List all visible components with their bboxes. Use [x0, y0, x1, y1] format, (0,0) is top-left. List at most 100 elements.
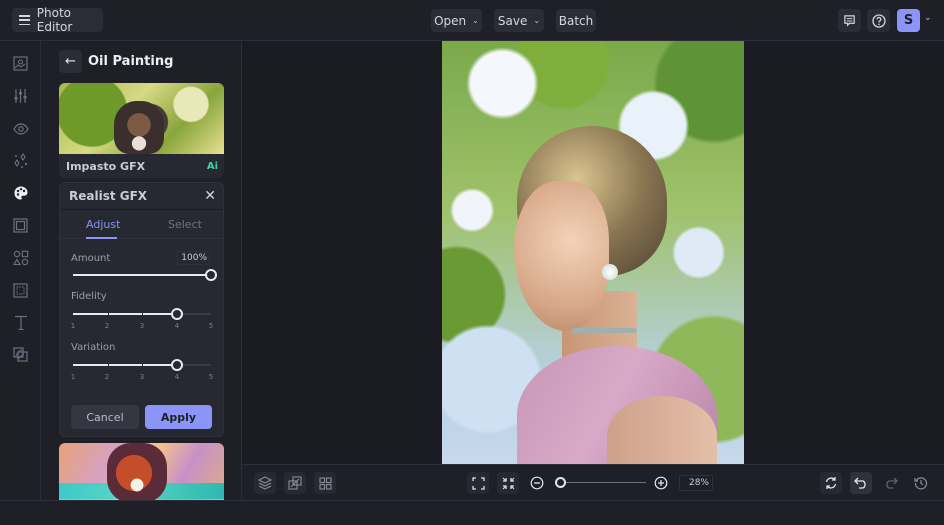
- zoom-in-icon: [654, 476, 668, 490]
- top-bar: Photo Editor Open ⌄ Save ⌄ Batch S ⌄: [0, 0, 944, 41]
- chevron-down-icon: ⌄: [472, 16, 479, 25]
- sliders-icon: [14, 88, 27, 103]
- tab-adjust[interactable]: Adjust: [86, 218, 120, 231]
- history-button[interactable]: [910, 472, 932, 494]
- canvas-area: [242, 41, 944, 464]
- actual-size-button[interactable]: [497, 472, 519, 494]
- avatar[interactable]: S: [897, 9, 920, 32]
- photo-choker: [572, 328, 637, 333]
- app-title: Photo Editor: [36, 6, 73, 34]
- fidelity-slider[interactable]: [73, 308, 211, 320]
- redo-button[interactable]: [880, 472, 902, 494]
- rail-item-text[interactable]: [11, 313, 30, 332]
- zoom-out-icon: [530, 476, 544, 490]
- tick-label: 2: [104, 373, 110, 381]
- text-icon: [14, 315, 27, 330]
- rail-item-effects[interactable]: [11, 151, 30, 170]
- amount-slider-handle[interactable]: [205, 269, 217, 281]
- rail-item-adjust[interactable]: [11, 86, 30, 105]
- tick-label: 1: [70, 373, 76, 381]
- effect-card-next[interactable]: [59, 443, 224, 500]
- rail-item-artsy[interactable]: [11, 183, 30, 202]
- variation-slider[interactable]: [73, 359, 211, 371]
- photo-earring: [602, 264, 618, 280]
- tick-label: 3: [139, 322, 145, 330]
- amount-value[interactable]: 100%: [177, 251, 210, 265]
- undo-icon: [854, 477, 866, 489]
- amount-slider[interactable]: [73, 269, 217, 281]
- zoom-in-button[interactable]: [654, 476, 668, 490]
- tab-select[interactable]: Select: [168, 218, 202, 231]
- rail-item-frames[interactable]: [11, 216, 30, 235]
- variation-ticks: 1 2 3 4 5: [71, 373, 213, 383]
- active-tab-indicator: [86, 237, 117, 239]
- variation-label: Variation: [71, 342, 116, 353]
- compare-icon: [288, 476, 302, 490]
- fidelity-label: Fidelity: [71, 291, 107, 302]
- variation-slider-fill: [73, 364, 177, 366]
- chevron-down-icon[interactable]: ⌄: [924, 13, 932, 23]
- rail-item-view[interactable]: [11, 119, 30, 138]
- canvas-toolbar: 28%: [242, 464, 944, 500]
- eye-icon: [12, 122, 29, 135]
- apply-button[interactable]: Apply: [145, 405, 212, 429]
- tick-label: 1: [70, 322, 76, 330]
- fidelity-ticks: 1 2 3 4 5: [71, 322, 213, 332]
- cancel-button[interactable]: Cancel: [71, 405, 139, 429]
- help-button[interactable]: [867, 9, 890, 32]
- fit-screen-button[interactable]: [467, 472, 489, 494]
- ai-badge: Ai: [206, 161, 218, 172]
- help-icon: [871, 13, 886, 28]
- fidelity-slider-fill: [73, 313, 177, 315]
- tick-label: 3: [139, 373, 145, 381]
- save-button[interactable]: Save ⌄: [494, 9, 544, 32]
- batch-button[interactable]: Batch: [556, 9, 596, 32]
- edited-photo[interactable]: [442, 41, 744, 464]
- effect-name: Impasto GFX: [66, 160, 146, 173]
- effect-card-impasto[interactable]: Impasto GFX Ai: [59, 83, 224, 178]
- zoom-percentage[interactable]: 28%: [679, 475, 713, 491]
- shrink-icon: [502, 477, 514, 489]
- app-menu-button[interactable]: Photo Editor: [12, 6, 103, 34]
- tick-label: 2: [104, 322, 110, 330]
- tick-label: 4: [174, 322, 180, 330]
- redo-icon: [886, 477, 898, 489]
- zoom-slider[interactable]: [560, 482, 646, 483]
- image-icon: [13, 56, 28, 71]
- zoom-out-button[interactable]: [530, 476, 544, 490]
- amount-slider-fill: [73, 274, 211, 276]
- tick-label: 5: [208, 322, 214, 330]
- frame-icon: [13, 218, 28, 233]
- zoom-slider-handle[interactable]: [555, 477, 566, 488]
- undo-button[interactable]: [850, 472, 872, 494]
- layers-button[interactable]: [254, 472, 276, 494]
- effect-settings-title: Realist GFX: [69, 189, 148, 203]
- back-button[interactable]: ←: [59, 50, 82, 73]
- grid-button[interactable]: [314, 472, 336, 494]
- arrow-left-icon: ←: [65, 54, 76, 69]
- effects-panel: ← Oil Painting Impasto GFX Ai Realist GF…: [41, 41, 242, 500]
- slider-step-divider: [176, 364, 178, 366]
- close-icon[interactable]: ✕: [204, 188, 216, 204]
- rail-item-graphics[interactable]: [11, 248, 30, 267]
- hamburger-icon: [19, 15, 30, 25]
- effect-settings-card: Realist GFX ✕ Adjust Select Amount 100% …: [59, 182, 224, 437]
- panel-title: Oil Painting: [88, 54, 174, 69]
- layers-icon: [258, 476, 272, 490]
- palette-icon: [14, 186, 27, 199]
- open-button[interactable]: Open ⌄: [431, 9, 482, 32]
- reset-button[interactable]: [820, 472, 842, 494]
- expand-icon: [471, 476, 485, 490]
- rail-item-image[interactable]: [11, 54, 30, 73]
- texture-icon: [13, 283, 28, 298]
- compare-button[interactable]: [284, 472, 306, 494]
- shapes-icon: [12, 250, 28, 265]
- save-label: Save: [497, 13, 528, 28]
- overlay-icon: [13, 347, 28, 362]
- feedback-button[interactable]: [838, 9, 861, 32]
- rail-item-overlays[interactable]: [11, 345, 30, 364]
- refresh-icon: [825, 477, 837, 489]
- history-icon: [914, 477, 928, 490]
- slider-step-divider: [142, 364, 143, 366]
- rail-item-textures[interactable]: [11, 281, 30, 300]
